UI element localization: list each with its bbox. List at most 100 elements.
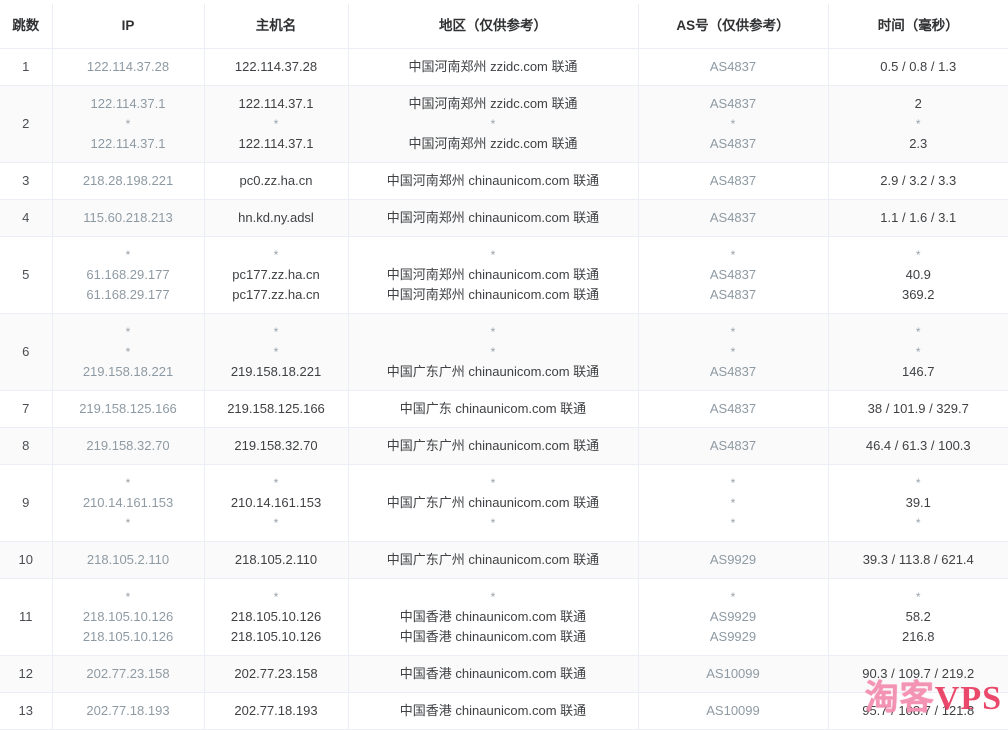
cell-ip[interactable]: 202.77.23.158 <box>52 655 205 693</box>
no-response-marker: * <box>125 515 131 530</box>
column-header-hop: 跳数 <box>0 4 53 49</box>
table-row: 9 * 210.14.161.153 * * 210.14.161.153 * * 中国广东广州… <box>0 464 1008 542</box>
cell-hop: 13 <box>0 692 53 730</box>
cell-geo-line: 中国河南郑州 zzidc.com 联通 <box>408 135 578 151</box>
cell-time: * 40.9 369.2 <box>828 236 1008 314</box>
cell-ip[interactable]: 219.158.125.166 <box>52 390 205 428</box>
no-response-marker: * <box>125 589 131 604</box>
cell-ip-line: 218.105.2.110 <box>86 551 170 567</box>
no-response-marker: * <box>915 344 921 359</box>
no-response-marker: * <box>125 324 131 339</box>
cell-geo-line: 中国河南郑州 zzidc.com 联通 <box>408 58 578 74</box>
cell-asn-line: AS4837 <box>709 437 757 453</box>
traceroute-results-panel: 跳数 IP 主机名 地区（仅供参考） AS号（仅供参考） 时间（毫秒） 1 122… <box>0 0 1008 730</box>
cell-asn[interactable]: AS9929 <box>638 541 829 579</box>
no-response-marker: * <box>915 324 921 339</box>
cell-ip[interactable]: * 218.105.10.126 218.105.10.126 <box>52 578 205 656</box>
cell-hop: 1 <box>0 48 53 86</box>
cell-time: 46.4 / 61.3 / 100.3 <box>828 427 1008 465</box>
no-response-marker: * <box>125 475 131 490</box>
cell-asn[interactable]: * * * <box>638 464 829 542</box>
cell-ip[interactable]: * 61.168.29.177 61.168.29.177 <box>52 236 205 314</box>
cell-host-line: pc177.zz.ha.cn <box>232 266 320 282</box>
cell-geo: 中国河南郑州 chinaunicom.com 联通 <box>348 199 639 237</box>
cell-asn-line: AS4837 <box>709 286 757 302</box>
cell-geo: 中国广东广州 chinaunicom.com 联通 <box>348 427 639 465</box>
cell-host-line: 219.158.32.70 <box>234 437 318 453</box>
cell-ip[interactable]: 122.114.37.1 * 122.114.37.1 <box>52 85 205 163</box>
cell-ip[interactable]: 218.105.2.110 <box>52 541 205 579</box>
no-response-marker: * <box>915 515 921 530</box>
cell-hop: 4 <box>0 199 53 237</box>
cell-time-line: 2 <box>914 95 922 111</box>
cell-ip-line: 210.14.161.153 <box>82 494 174 510</box>
cell-ip[interactable]: 122.114.37.28 <box>52 48 205 86</box>
cell-time-line: 46.4 / 61.3 / 100.3 <box>865 437 971 453</box>
cell-host: * pc177.zz.ha.cn pc177.zz.ha.cn <box>204 236 349 314</box>
table-row: 11 * 218.105.10.126 218.105.10.126 * 218.105.… <box>0 578 1008 656</box>
cell-asn[interactable]: * AS4837 AS4837 <box>638 236 829 314</box>
cell-geo-line: 中国河南郑州 chinaunicom.com 联通 <box>386 172 600 188</box>
cell-host: 122.114.37.28 <box>204 48 349 86</box>
cell-ip[interactable]: * * 219.158.18.221 <box>52 313 205 391</box>
cell-host: 219.158.125.166 <box>204 390 349 428</box>
cell-time: 2.9 / 3.2 / 3.3 <box>828 162 1008 200</box>
cell-geo: 中国河南郑州 zzidc.com 联通 <box>348 48 639 86</box>
cell-time: 39.3 / 113.8 / 621.4 <box>828 541 1008 579</box>
cell-time: 95.7 / 108.7 / 121.8 <box>828 692 1008 730</box>
cell-time: 0.5 / 0.8 / 1.3 <box>828 48 1008 86</box>
cell-ip-line: 219.158.32.70 <box>86 437 170 453</box>
no-response-marker: * <box>490 589 496 604</box>
cell-ip[interactable]: * 210.14.161.153 * <box>52 464 205 542</box>
table-header: 跳数 IP 主机名 地区（仅供参考） AS号（仅供参考） 时间（毫秒） <box>0 4 1008 49</box>
traceroute-table: 跳数 IP 主机名 地区（仅供参考） AS号（仅供参考） 时间（毫秒） 1 122… <box>0 4 1008 730</box>
cell-ip-line: 61.168.29.177 <box>86 266 170 282</box>
no-response-marker: * <box>490 116 496 131</box>
cell-host-line: 122.114.37.28 <box>234 58 318 74</box>
no-response-marker: * <box>730 589 736 604</box>
cell-geo-line: 中国广东广州 chinaunicom.com 联通 <box>386 437 600 453</box>
cell-host-line: 218.105.10.126 <box>230 628 322 644</box>
cell-ip[interactable]: 115.60.218.213 <box>52 199 205 237</box>
cell-ip-line: 122.114.37.1 <box>90 135 166 151</box>
cell-ip[interactable]: 218.28.198.221 <box>52 162 205 200</box>
cell-asn[interactable]: * * AS4837 <box>638 313 829 391</box>
cell-ip[interactable]: 219.158.32.70 <box>52 427 205 465</box>
cell-asn-line: AS10099 <box>706 665 760 681</box>
cell-geo-line: 中国香港 chinaunicom.com 联通 <box>399 608 587 624</box>
cell-geo-line: 中国河南郑州 chinaunicom.com 联通 <box>386 266 600 282</box>
cell-time-line: 95.7 / 108.7 / 121.8 <box>862 702 975 718</box>
cell-time: 2 * 2.3 <box>828 85 1008 163</box>
no-response-marker: * <box>125 344 131 359</box>
cell-ip[interactable]: 202.77.18.193 <box>52 692 205 730</box>
no-response-marker: * <box>730 495 736 510</box>
cell-ip-line: 218.105.10.126 <box>82 628 174 644</box>
cell-time-line: 1.1 / 1.6 / 3.1 <box>880 209 957 225</box>
column-header-asn: AS号（仅供参考） <box>638 4 829 49</box>
cell-hop: 10 <box>0 541 53 579</box>
cell-geo: 中国香港 chinaunicom.com 联通 <box>348 692 639 730</box>
no-response-marker: * <box>490 324 496 339</box>
cell-asn[interactable]: AS4837 * AS4837 <box>638 85 829 163</box>
cell-geo: * 中国广东广州 chinaunicom.com 联通 * <box>348 464 639 542</box>
cell-geo-line: 中国香港 chinaunicom.com 联通 <box>399 702 587 718</box>
cell-asn[interactable]: AS10099 <box>638 655 829 693</box>
cell-asn[interactable]: AS4837 <box>638 427 829 465</box>
cell-hop: 9 <box>0 464 53 542</box>
cell-time: * 58.2 216.8 <box>828 578 1008 656</box>
cell-asn[interactable]: AS4837 <box>638 48 829 86</box>
cell-asn[interactable]: AS4837 <box>638 390 829 428</box>
cell-asn[interactable]: AS10099 <box>638 692 829 730</box>
cell-asn[interactable]: AS4837 <box>638 199 829 237</box>
table-row: 5 * 61.168.29.177 61.168.29.177 * pc177.zz.ha… <box>0 236 1008 314</box>
cell-host-line: hn.kd.ny.adsl <box>238 209 314 225</box>
cell-time-line: 58.2 <box>905 608 931 624</box>
cell-asn[interactable]: AS4837 <box>638 162 829 200</box>
cell-asn[interactable]: * AS9929 AS9929 <box>638 578 829 656</box>
no-response-marker: * <box>915 475 921 490</box>
cell-host-line: 218.105.2.110 <box>234 551 318 567</box>
cell-host: 202.77.18.193 <box>204 692 349 730</box>
cell-geo: 中国河南郑州 chinaunicom.com 联通 <box>348 162 639 200</box>
table-row: 1 122.114.37.28 122.114.37.28 中国河南郑州 zzidc.… <box>0 48 1008 86</box>
table-row: 8 219.158.32.70 219.158.32.70 中国广东广州 chinau… <box>0 427 1008 465</box>
